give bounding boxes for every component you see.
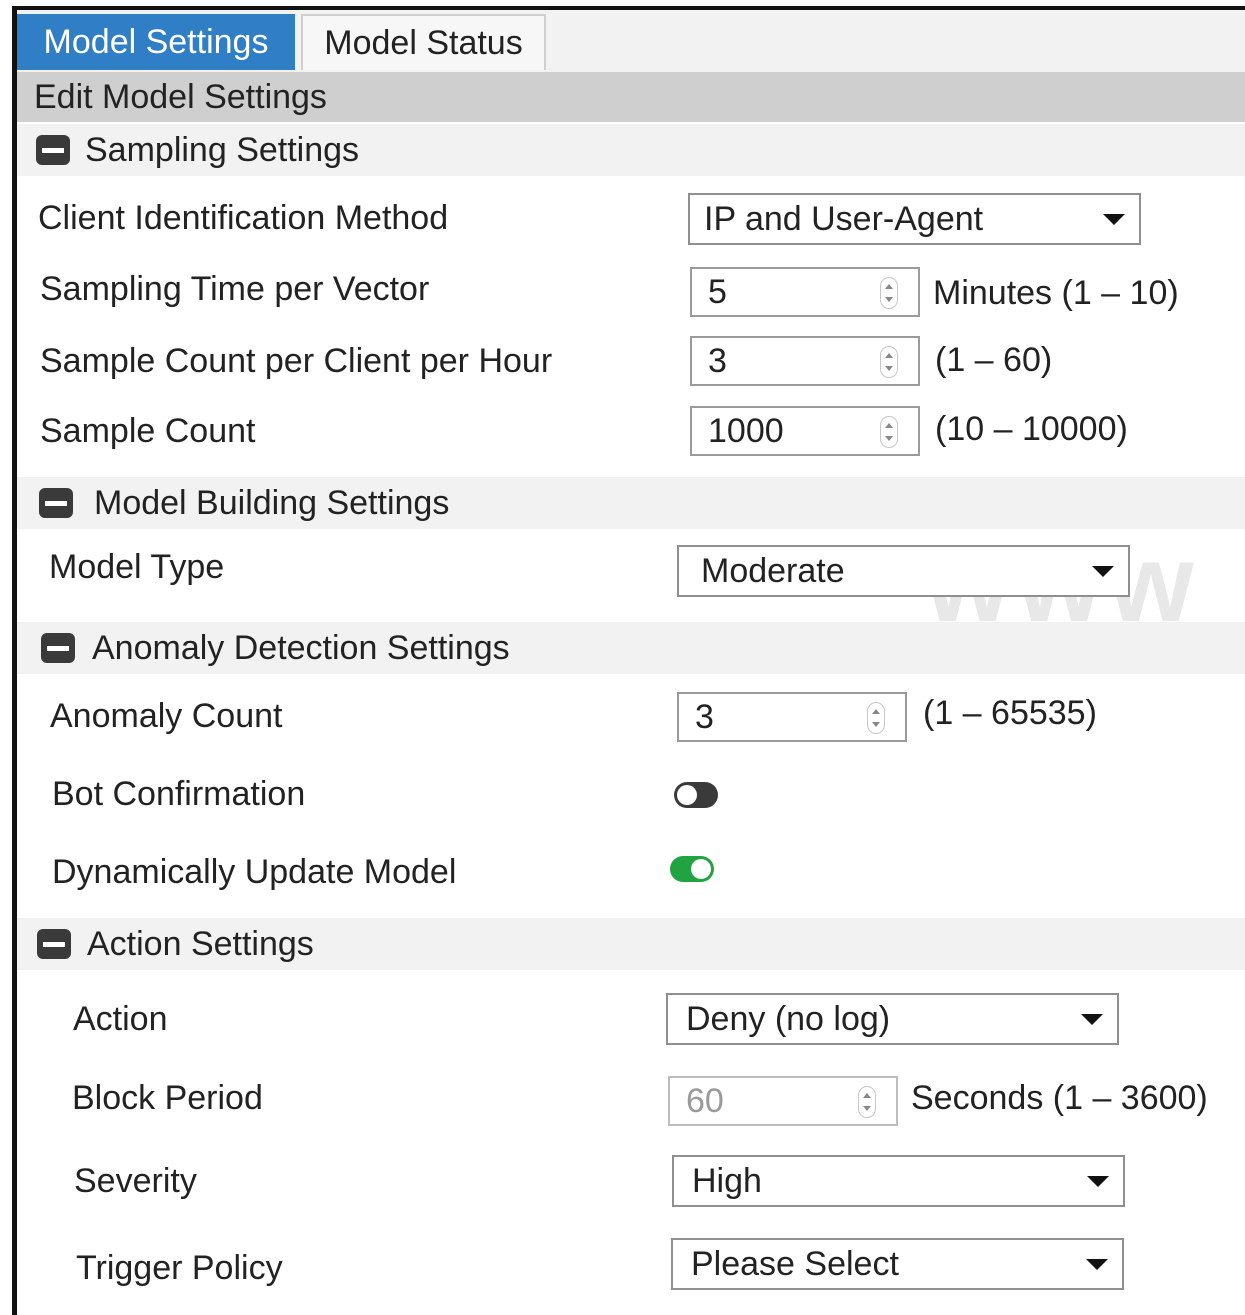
block-period-stepper[interactable]: 60 — [668, 1076, 898, 1126]
client-id-label: Client Identification Method — [38, 199, 449, 237]
collapse-icon[interactable] — [39, 488, 73, 518]
chevron-down-icon — [1086, 1259, 1108, 1270]
select-value: Please Select — [691, 1244, 899, 1283]
anomaly-count-stepper[interactable]: 3 — [677, 692, 907, 742]
spinner-arrows-icon[interactable] — [880, 416, 898, 448]
chevron-down-icon — [1081, 1014, 1103, 1025]
section-title: Anomaly Detection Settings — [92, 628, 510, 667]
severity-select[interactable]: High — [672, 1155, 1125, 1207]
tab-model-status[interactable]: Model Status — [301, 14, 546, 70]
tab-model-settings[interactable]: Model Settings — [17, 14, 295, 70]
bot-confirmation-toggle[interactable] — [674, 782, 718, 808]
select-value: Moderate — [701, 551, 845, 590]
anomaly-count-hint: (1 – 65535) — [923, 694, 1097, 732]
block-period-hint: Seconds (1 – 3600) — [911, 1079, 1208, 1117]
section-model-building[interactable]: Model Building Settings — [17, 477, 1245, 529]
spinner-arrows-icon[interactable] — [858, 1086, 876, 1118]
section-action-settings[interactable]: Action Settings — [17, 918, 1245, 970]
stepper-value: 1000 — [708, 411, 784, 450]
sample-count-client-label: Sample Count per Client per Hour — [40, 342, 553, 380]
stepper-value: 3 — [695, 697, 714, 736]
toggle-knob — [691, 859, 711, 879]
settings-window: Model Settings Model Status Edit Model S… — [0, 0, 1245, 1315]
section-title: Action Settings — [87, 924, 314, 963]
tab-label: Model Settings — [43, 22, 269, 61]
model-type-select[interactable]: Moderate — [677, 545, 1130, 597]
sample-count-client-hint: (1 – 60) — [935, 341, 1053, 379]
select-value: IP and User-Agent — [704, 199, 984, 238]
section-title: Model Building Settings — [94, 483, 450, 522]
dynamic-update-toggle[interactable] — [670, 856, 714, 882]
sample-count-client-stepper[interactable]: 3 — [690, 336, 920, 386]
chevron-down-icon — [1087, 1176, 1109, 1187]
action-label: Action — [73, 1000, 168, 1038]
collapse-icon[interactable] — [41, 633, 75, 663]
trigger-policy-label: Trigger Policy — [76, 1249, 283, 1287]
spinner-arrows-icon[interactable] — [880, 346, 898, 378]
page-title: Edit Model Settings — [17, 72, 1245, 122]
section-sampling-settings[interactable]: Sampling Settings — [17, 124, 1245, 176]
collapse-icon[interactable] — [37, 929, 71, 959]
anomaly-count-label: Anomaly Count — [50, 697, 283, 735]
spinner-arrows-icon[interactable] — [867, 702, 885, 734]
stepper-value: 60 — [686, 1081, 724, 1120]
section-anomaly-detection[interactable]: Anomaly Detection Settings — [17, 622, 1245, 674]
sampling-time-stepper[interactable]: 5 — [690, 267, 920, 317]
action-select[interactable]: Deny (no log) — [666, 993, 1119, 1045]
block-period-label: Block Period — [72, 1079, 263, 1117]
bot-confirmation-label: Bot Confirmation — [52, 775, 306, 813]
select-value: Deny (no log) — [686, 999, 891, 1038]
severity-label: Severity — [74, 1162, 197, 1200]
trigger-policy-select[interactable]: Please Select — [671, 1238, 1124, 1290]
section-title: Sampling Settings — [85, 130, 360, 169]
collapse-icon[interactable] — [36, 135, 70, 165]
chevron-down-icon — [1092, 566, 1114, 577]
dynamic-update-label: Dynamically Update Model — [52, 853, 457, 891]
sampling-time-label: Sampling Time per Vector — [40, 270, 430, 308]
spinner-arrows-icon[interactable] — [880, 277, 898, 309]
sample-count-stepper[interactable]: 1000 — [690, 406, 920, 456]
sample-count-hint: (10 – 10000) — [935, 410, 1128, 448]
chevron-down-icon — [1103, 214, 1125, 225]
stepper-value: 5 — [708, 272, 727, 311]
sampling-time-hint: Minutes (1 – 10) — [933, 274, 1179, 312]
model-type-label: Model Type — [49, 548, 225, 586]
toggle-knob — [677, 785, 697, 805]
client-id-select[interactable]: IP and User-Agent — [688, 193, 1141, 245]
select-value: High — [692, 1161, 762, 1200]
tab-bar: Model Settings Model Status — [17, 10, 1245, 73]
sample-count-label: Sample Count — [40, 412, 256, 450]
stepper-value: 3 — [708, 341, 727, 380]
tab-label: Model Status — [324, 23, 523, 62]
